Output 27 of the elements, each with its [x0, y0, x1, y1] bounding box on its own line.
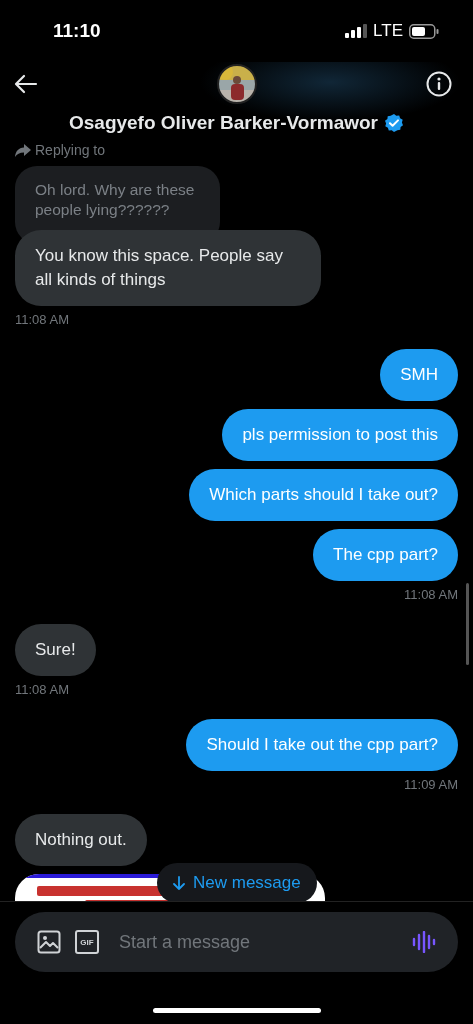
reply-arrow-icon [15, 143, 31, 157]
signal-icon [345, 24, 368, 38]
message-time: 11:09 AM [404, 777, 458, 792]
sent-message: Should I take out the cpp part? [186, 719, 458, 771]
replying-label: Replying to [35, 142, 106, 158]
image-icon[interactable] [37, 930, 61, 954]
received-message: Nothing out. [15, 814, 147, 866]
message-time: 11:08 AM [15, 312, 69, 327]
received-message: You know this space. People say all kinds of things [15, 230, 321, 306]
sent-message: The cpp part? [313, 529, 458, 581]
info-icon[interactable] [426, 71, 452, 97]
sent-message: SMH [380, 349, 458, 401]
contact-name: Osagyefo Oliver Barker-Vormawor [68, 112, 378, 134]
battery-icon [409, 23, 439, 39]
status-time: 11:10 [53, 20, 101, 42]
network-label: LTE [373, 21, 403, 41]
sent-message: pls permission to post this [222, 409, 458, 461]
received-message: Sure! [15, 624, 96, 676]
voice-icon[interactable] [412, 931, 436, 953]
down-arrow-icon [173, 875, 185, 891]
message-time: 11:08 AM [404, 587, 458, 602]
back-arrow-icon[interactable] [14, 74, 38, 94]
message-time: 11:08 AM [15, 682, 69, 697]
new-message-button[interactable]: New message [157, 863, 317, 901]
gif-button[interactable]: GIF [75, 930, 99, 954]
sent-message: Which parts should I take out? [189, 469, 458, 521]
message-input[interactable]: Start a message [117, 930, 398, 954]
